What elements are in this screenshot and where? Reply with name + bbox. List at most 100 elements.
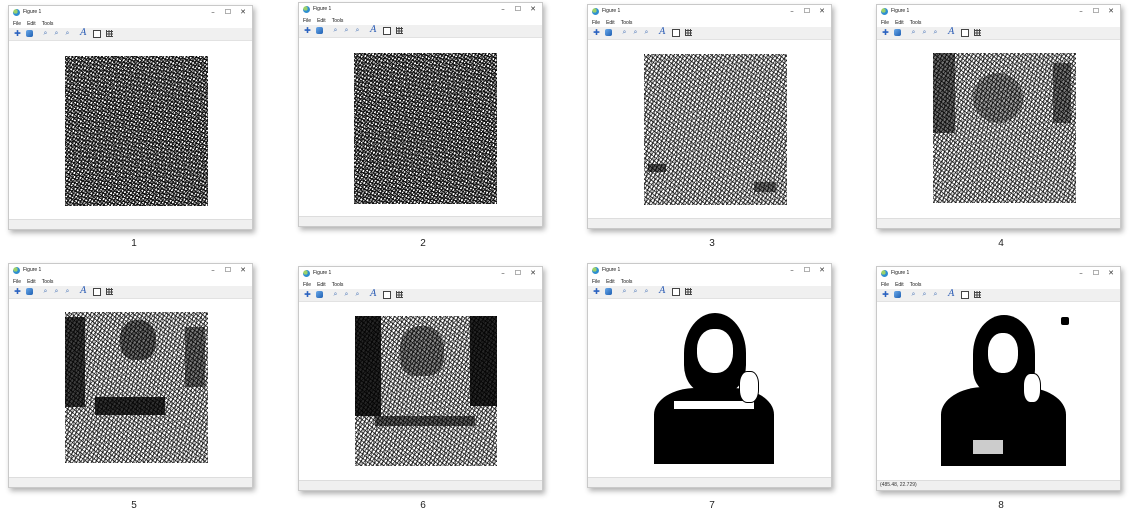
menu-edit[interactable]: Edit bbox=[606, 278, 615, 286]
grid-icon[interactable] bbox=[105, 29, 114, 38]
menu-file[interactable]: File bbox=[13, 278, 21, 286]
plot-area[interactable] bbox=[299, 302, 542, 481]
minimize-icon[interactable]: – bbox=[206, 7, 220, 18]
maximize-icon[interactable]: ☐ bbox=[221, 7, 235, 18]
figure-window-5[interactable]: Figure 1 – ☐ ✕ File Edit Tools ✚ ⌕ ⌕ ⌕ A bbox=[8, 263, 253, 488]
text-icon[interactable]: A bbox=[947, 290, 956, 299]
menu-edit[interactable]: Edit bbox=[895, 19, 904, 27]
zoom-in-icon[interactable]: ⌕ bbox=[909, 28, 918, 37]
menu-edit[interactable]: Edit bbox=[895, 281, 904, 289]
pan-icon[interactable]: ✚ bbox=[592, 287, 601, 296]
minimize-icon[interactable]: – bbox=[785, 265, 799, 276]
figure-window-2[interactable]: Figure 1 – ☐ ✕ File Edit Tools ✚ ⌕ ⌕ ⌕ A bbox=[298, 2, 543, 227]
menu-file[interactable]: File bbox=[13, 20, 21, 28]
menu-tools[interactable]: Tools bbox=[332, 17, 344, 25]
zoom-reset-icon[interactable]: ⌕ bbox=[353, 26, 362, 35]
text-icon[interactable]: A bbox=[658, 28, 667, 37]
zoom-out-icon[interactable]: ⌕ bbox=[631, 28, 640, 37]
rectangle-icon[interactable] bbox=[671, 28, 680, 37]
title-bar[interactable]: Figure 1 – ☐ ✕ bbox=[9, 264, 252, 278]
menu-tools[interactable]: Tools bbox=[42, 278, 54, 286]
figure-window-3[interactable]: Figure 1 – ☐ ✕ File Edit Tools ✚ ⌕ ⌕ ⌕ A bbox=[587, 4, 832, 229]
rectangle-icon[interactable] bbox=[92, 287, 101, 296]
menu-tools[interactable]: Tools bbox=[910, 281, 922, 289]
menu-edit[interactable]: Edit bbox=[606, 19, 615, 27]
rotate-icon[interactable] bbox=[25, 287, 34, 296]
rectangle-icon[interactable] bbox=[960, 290, 969, 299]
zoom-reset-icon[interactable]: ⌕ bbox=[353, 290, 362, 299]
title-bar[interactable]: Figure 1 – ☐ ✕ bbox=[877, 5, 1120, 19]
zoom-out-icon[interactable]: ⌕ bbox=[920, 290, 929, 299]
grid-icon[interactable] bbox=[105, 287, 114, 296]
figure-window-6[interactable]: Figure 1 – ☐ ✕ File Edit Tools ✚ ⌕ ⌕ ⌕ A bbox=[298, 266, 543, 491]
text-icon[interactable]: A bbox=[79, 287, 88, 296]
rectangle-icon[interactable] bbox=[92, 29, 101, 38]
menu-tools[interactable]: Tools bbox=[910, 19, 922, 27]
maximize-icon[interactable]: ☐ bbox=[800, 265, 814, 276]
rotate-icon[interactable] bbox=[25, 29, 34, 38]
text-icon[interactable]: A bbox=[79, 29, 88, 38]
zoom-out-icon[interactable]: ⌕ bbox=[342, 290, 351, 299]
rectangle-icon[interactable] bbox=[382, 26, 391, 35]
pan-icon[interactable]: ✚ bbox=[303, 290, 312, 299]
minimize-icon[interactable]: – bbox=[496, 4, 510, 15]
zoom-out-icon[interactable]: ⌕ bbox=[342, 26, 351, 35]
rotate-icon[interactable] bbox=[604, 28, 613, 37]
minimize-icon[interactable]: – bbox=[785, 6, 799, 17]
close-icon[interactable]: ✕ bbox=[236, 265, 250, 276]
pan-icon[interactable]: ✚ bbox=[13, 29, 22, 38]
pan-icon[interactable]: ✚ bbox=[881, 28, 890, 37]
menu-file[interactable]: File bbox=[881, 19, 889, 27]
rotate-icon[interactable] bbox=[893, 290, 902, 299]
title-bar[interactable]: Figure 1 – ☐ ✕ bbox=[588, 5, 831, 19]
maximize-icon[interactable]: ☐ bbox=[800, 6, 814, 17]
minimize-icon[interactable]: – bbox=[1074, 268, 1088, 279]
pan-icon[interactable]: ✚ bbox=[13, 287, 22, 296]
close-icon[interactable]: ✕ bbox=[526, 4, 540, 15]
close-icon[interactable]: ✕ bbox=[526, 268, 540, 279]
figure-window-8[interactable]: Figure 1 – ☐ ✕ File Edit Tools ✚ ⌕ ⌕ ⌕ A bbox=[876, 266, 1121, 491]
text-icon[interactable]: A bbox=[369, 290, 378, 299]
close-icon[interactable]: ✕ bbox=[236, 7, 250, 18]
text-icon[interactable]: A bbox=[947, 28, 956, 37]
menu-tools[interactable]: Tools bbox=[621, 278, 633, 286]
grid-icon[interactable] bbox=[684, 287, 693, 296]
menu-file[interactable]: File bbox=[303, 17, 311, 25]
menu-file[interactable]: File bbox=[881, 281, 889, 289]
close-icon[interactable]: ✕ bbox=[815, 6, 829, 17]
plot-area[interactable] bbox=[588, 299, 831, 478]
figure-window-4[interactable]: Figure 1 – ☐ ✕ File Edit Tools ✚ ⌕ ⌕ ⌕ A bbox=[876, 4, 1121, 229]
minimize-icon[interactable]: – bbox=[206, 265, 220, 276]
menu-tools[interactable]: Tools bbox=[42, 20, 54, 28]
plot-area[interactable] bbox=[9, 299, 252, 478]
minimize-icon[interactable]: – bbox=[1074, 6, 1088, 17]
rotate-icon[interactable] bbox=[315, 26, 324, 35]
title-bar[interactable]: Figure 1 – ☐ ✕ bbox=[588, 264, 831, 278]
plot-area[interactable] bbox=[299, 38, 542, 217]
zoom-in-icon[interactable]: ⌕ bbox=[41, 29, 50, 38]
zoom-in-icon[interactable]: ⌕ bbox=[620, 287, 629, 296]
zoom-in-icon[interactable]: ⌕ bbox=[909, 290, 918, 299]
rectangle-icon[interactable] bbox=[671, 287, 680, 296]
pan-icon[interactable]: ✚ bbox=[881, 290, 890, 299]
zoom-reset-icon[interactable]: ⌕ bbox=[63, 287, 72, 296]
plot-area[interactable] bbox=[9, 41, 252, 220]
zoom-in-icon[interactable]: ⌕ bbox=[620, 28, 629, 37]
figure-window-1[interactable]: Figure 1 – ☐ ✕ File Edit Tools ✚ ⌕ ⌕ ⌕ A bbox=[8, 5, 253, 230]
pan-icon[interactable]: ✚ bbox=[592, 28, 601, 37]
text-icon[interactable]: A bbox=[658, 287, 667, 296]
grid-icon[interactable] bbox=[395, 290, 404, 299]
zoom-reset-icon[interactable]: ⌕ bbox=[63, 29, 72, 38]
grid-icon[interactable] bbox=[684, 28, 693, 37]
maximize-icon[interactable]: ☐ bbox=[511, 268, 525, 279]
rectangle-icon[interactable] bbox=[382, 290, 391, 299]
rotate-icon[interactable] bbox=[604, 287, 613, 296]
zoom-out-icon[interactable]: ⌕ bbox=[920, 28, 929, 37]
menu-edit[interactable]: Edit bbox=[27, 278, 36, 286]
minimize-icon[interactable]: – bbox=[496, 268, 510, 279]
pan-icon[interactable]: ✚ bbox=[303, 26, 312, 35]
close-icon[interactable]: ✕ bbox=[815, 265, 829, 276]
zoom-in-icon[interactable]: ⌕ bbox=[331, 26, 340, 35]
close-icon[interactable]: ✕ bbox=[1104, 6, 1118, 17]
plot-area[interactable] bbox=[588, 40, 831, 219]
